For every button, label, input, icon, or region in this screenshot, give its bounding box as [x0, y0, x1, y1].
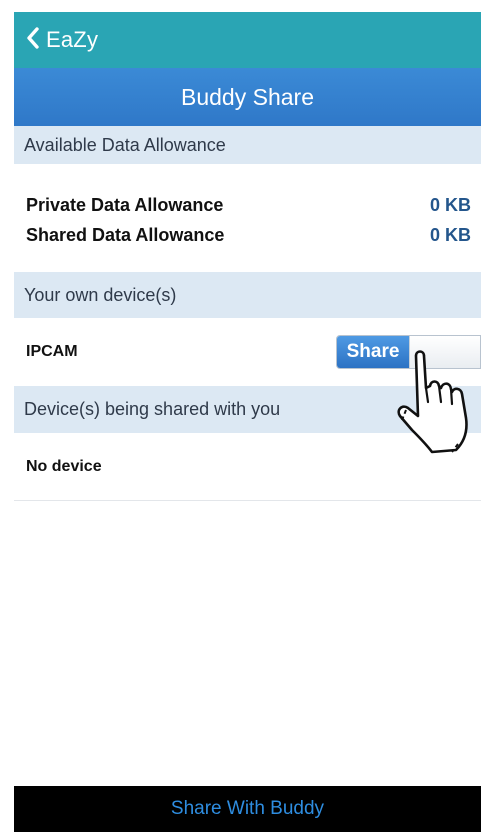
section-header-own-devices: Your own device(s) [14, 272, 481, 318]
buddy-share-screen: EaZy Buddy Share Available Data Allowanc… [0, 0, 481, 832]
share-with-buddy-label: Share With Buddy [170, 798, 325, 819]
allowance-row-private: Private Data Allowance 0 KB [26, 190, 471, 220]
allowance-label: Private Data Allowance [26, 194, 224, 215]
allowance-value: 0 KB [429, 194, 471, 215]
device-name: IPCAM [26, 343, 78, 360]
allowance-list: Private Data Allowance 0 KB Shared Data … [14, 164, 481, 272]
allowance-label: Shared Data Allowance [26, 224, 225, 245]
share-toggle-label: Share [337, 336, 409, 368]
allowance-value: 0 KB [429, 224, 471, 245]
section-header-label: Device(s) being shared with you [24, 399, 281, 419]
page-title: Buddy Share [181, 83, 314, 110]
title-bar: Buddy Share [14, 68, 481, 126]
section-header-shared-devices: Device(s) being shared with you [14, 386, 481, 433]
no-device-row: No device [14, 433, 481, 501]
toggle-knob [409, 336, 480, 368]
back-label: EaZy [46, 27, 99, 52]
allowance-row-shared: Shared Data Allowance 0 KB [26, 220, 471, 250]
top-nav-bar: EaZy [14, 12, 481, 68]
section-header-label: Your own device(s) [24, 284, 177, 305]
share-with-buddy-button[interactable]: Share With Buddy [14, 786, 481, 832]
back-button[interactable]: EaZy [14, 12, 98, 68]
section-header-available-allowance: Available Data Allowance [14, 126, 481, 164]
empty-state-text: No device [26, 457, 102, 475]
main-content: Available Data Allowance Private Data Al… [14, 126, 481, 501]
device-row-ipcam: IPCAM Share [14, 318, 481, 454]
section-header-label: Available Data Allowance [24, 134, 226, 155]
share-toggle[interactable]: Share [336, 335, 481, 369]
chevron-left-icon [26, 26, 40, 54]
